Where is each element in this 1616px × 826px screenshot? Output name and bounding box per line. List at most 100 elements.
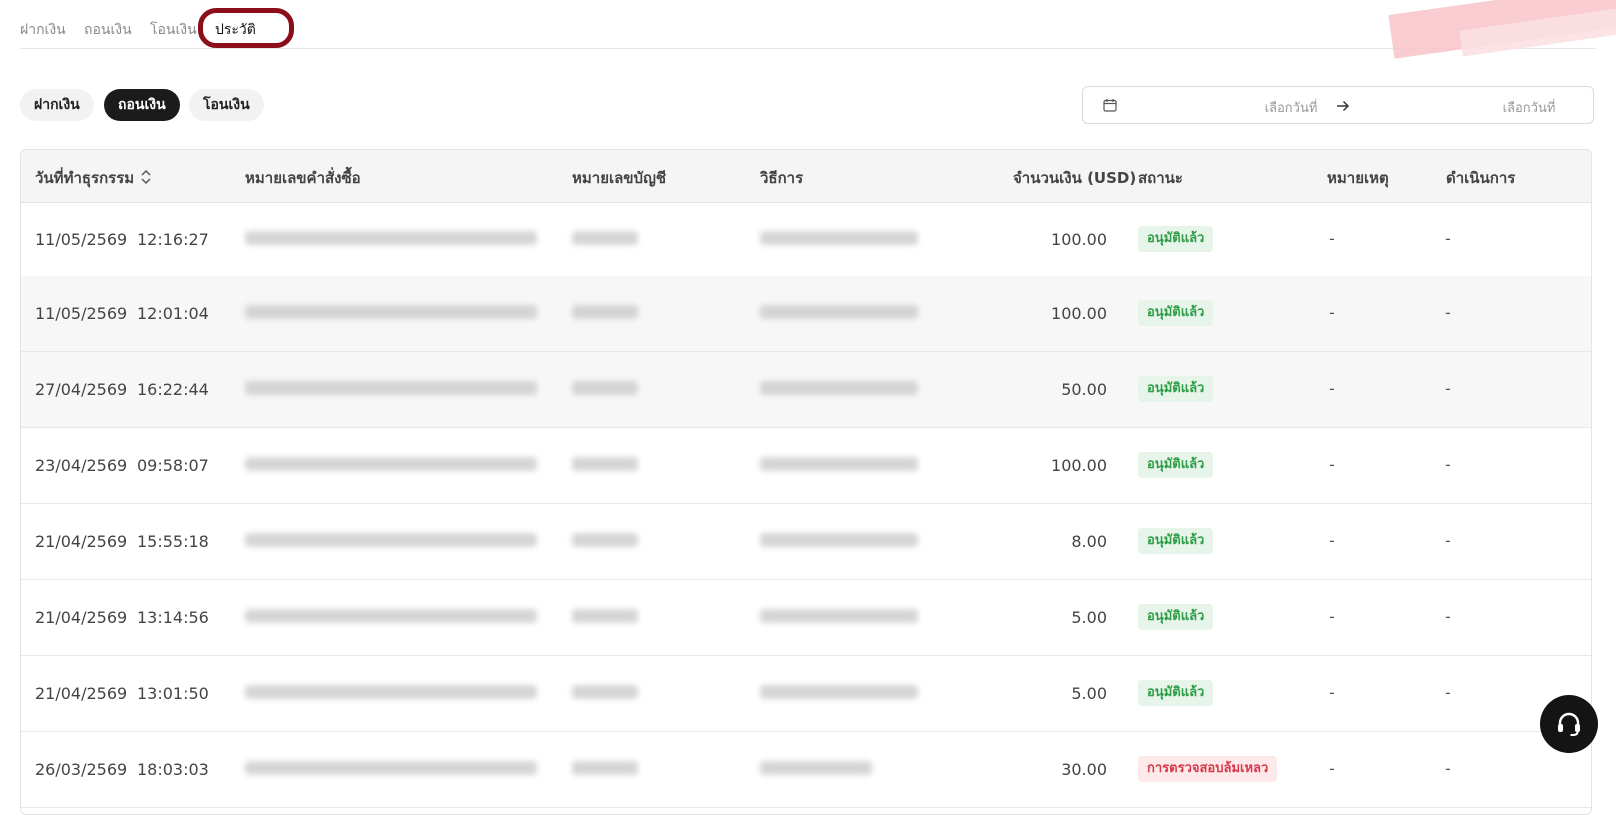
filter-transfer-pill[interactable]: โอนเงิน bbox=[189, 89, 264, 121]
transaction-time: 13:01:50 bbox=[137, 684, 209, 703]
transaction-time: 18:03:03 bbox=[137, 760, 209, 779]
status-badge: การตรวจสอบล้มเหลว bbox=[1138, 756, 1278, 782]
method-redacted bbox=[760, 381, 918, 395]
note-value: - bbox=[1329, 303, 1335, 322]
account-number-redacted bbox=[572, 231, 638, 245]
account-number-redacted bbox=[572, 685, 638, 699]
tab-deposit[interactable]: ฝากเงิน bbox=[20, 19, 66, 41]
action-value: - bbox=[1445, 607, 1451, 626]
table-row: 27/04/2569 16:22:44 50.00 อนุมัติแล้ว - - bbox=[21, 352, 1591, 428]
calendar-icon bbox=[1103, 99, 1117, 112]
note-value: - bbox=[1329, 455, 1335, 474]
table-row: 21/04/2569 13:01:50 5.00 อนุมัติแล้ว - - bbox=[21, 656, 1591, 732]
column-header-method: วิธีการ bbox=[760, 169, 804, 187]
action-value: - bbox=[1445, 683, 1451, 702]
method-redacted bbox=[760, 609, 918, 623]
column-header-action: ดำเนินการ bbox=[1446, 169, 1516, 187]
note-value: - bbox=[1329, 379, 1335, 398]
transaction-time: 16:22:44 bbox=[137, 380, 209, 399]
note-value: - bbox=[1329, 683, 1335, 702]
headset-icon bbox=[1558, 712, 1580, 736]
method-redacted bbox=[760, 231, 918, 245]
transaction-date: 21/04/2569 bbox=[35, 532, 128, 551]
transaction-amount: 30.00 bbox=[1061, 760, 1107, 779]
order-number-redacted bbox=[245, 381, 537, 395]
action-value: - bbox=[1445, 229, 1451, 248]
table-header: วันที่ทำธุรกรรม หมายเลขคำสั่งซื้อ หมายเล… bbox=[21, 150, 1591, 203]
status-badge: อนุมัติแล้ว bbox=[1138, 226, 1214, 252]
note-value: - bbox=[1329, 759, 1335, 778]
method-redacted bbox=[760, 685, 918, 699]
sort-icon[interactable] bbox=[140, 169, 152, 185]
start-date-input[interactable]: เลือกวันที่ bbox=[1191, 97, 1391, 118]
order-number-redacted bbox=[245, 533, 537, 547]
account-number-redacted bbox=[572, 533, 638, 547]
filter-withdraw-pill[interactable]: ถอนเงิน bbox=[104, 89, 180, 121]
account-number-redacted bbox=[572, 381, 638, 395]
action-value: - bbox=[1445, 759, 1451, 778]
status-badge: อนุมัติแล้ว bbox=[1138, 300, 1214, 326]
note-value: - bbox=[1329, 607, 1335, 626]
status-badge: อนุมัติแล้ว bbox=[1138, 452, 1214, 478]
date-range-picker[interactable]: เลือกวันที่ เลือกวันที่ bbox=[1082, 86, 1594, 124]
status-badge: อนุมัติแล้ว bbox=[1138, 680, 1214, 706]
transaction-amount: 100.00 bbox=[1051, 456, 1107, 475]
note-value: - bbox=[1329, 229, 1335, 248]
column-header-note: หมายเหตุ bbox=[1327, 169, 1389, 187]
order-number-redacted bbox=[245, 457, 537, 471]
status-badge: อนุมัติแล้ว bbox=[1138, 376, 1214, 402]
table-row: 21/04/2569 13:14:56 5.00 อนุมัติแล้ว - - bbox=[21, 580, 1591, 656]
action-value: - bbox=[1445, 531, 1451, 550]
transaction-amount: 5.00 bbox=[1071, 684, 1107, 703]
transaction-date: 11/05/2569 bbox=[35, 304, 128, 323]
filter-deposit-pill[interactable]: ฝากเงิน bbox=[20, 89, 94, 121]
support-chat-button[interactable] bbox=[1540, 695, 1598, 753]
transaction-time: 15:55:18 bbox=[137, 532, 209, 551]
account-number-redacted bbox=[572, 609, 638, 623]
transaction-amount: 5.00 bbox=[1071, 608, 1107, 627]
note-value: - bbox=[1329, 531, 1335, 550]
transaction-amount: 100.00 bbox=[1051, 230, 1107, 249]
status-badge: อนุมัติแล้ว bbox=[1138, 528, 1214, 554]
transaction-amount: 50.00 bbox=[1061, 380, 1107, 399]
end-date-input[interactable]: เลือกวันที่ bbox=[1429, 97, 1616, 118]
transaction-date: 21/04/2569 bbox=[35, 608, 128, 627]
history-tab-highlight-ring bbox=[198, 8, 294, 48]
account-number-redacted bbox=[572, 761, 638, 775]
action-value: - bbox=[1445, 379, 1451, 398]
transaction-time: 12:01:04 bbox=[137, 304, 209, 323]
order-number-redacted bbox=[245, 685, 537, 699]
method-redacted bbox=[760, 457, 918, 471]
transaction-date: 26/03/2569 bbox=[35, 760, 128, 779]
table-row: 11/05/2569 12:01:04 100.00 อนุมัติแล้ว - - bbox=[21, 276, 1591, 352]
transactions-table: วันที่ทำธุรกรรม หมายเลขคำสั่งซื้อ หมายเล… bbox=[20, 149, 1592, 815]
transaction-time: 13:14:56 bbox=[137, 608, 209, 627]
column-header-order-number: หมายเลขคำสั่งซื้อ bbox=[245, 169, 361, 187]
transaction-date: 27/04/2569 bbox=[35, 380, 128, 399]
account-number-redacted bbox=[572, 305, 638, 319]
transaction-amount: 8.00 bbox=[1071, 532, 1107, 551]
table-row: 26/03/2569 18:03:03 30.00 การตรวจสอบล้มเหลว… bbox=[21, 732, 1591, 808]
action-value: - bbox=[1445, 455, 1451, 474]
tab-withdraw[interactable]: ถอนเงิน bbox=[84, 19, 132, 41]
transaction-amount: 100.00 bbox=[1051, 304, 1107, 323]
method-redacted bbox=[760, 761, 872, 775]
transaction-time: 12:16:27 bbox=[137, 230, 209, 249]
order-number-redacted bbox=[245, 761, 537, 775]
order-number-redacted bbox=[245, 305, 537, 319]
table-row: 11/05/2569 12:16:27 100.00 อนุมัติแล้ว - - bbox=[21, 202, 1591, 278]
table-row: 21/04/2569 15:55:18 8.00 อนุมัติแล้ว - - bbox=[21, 504, 1591, 580]
status-badge: อนุมัติแล้ว bbox=[1138, 604, 1214, 630]
arrow-right-icon bbox=[1337, 100, 1350, 112]
column-header-date[interactable]: วันที่ทำธุรกรรม bbox=[35, 166, 152, 190]
order-number-redacted bbox=[245, 609, 537, 623]
column-header-amount: จำนวนเงิน (USD) bbox=[1013, 169, 1137, 187]
tab-transfer[interactable]: โอนเงิน bbox=[150, 19, 197, 41]
table-row: 23/04/2569 09:58:07 100.00 อนุมัติแล้ว - - bbox=[21, 428, 1591, 504]
transaction-date: 23/04/2569 bbox=[35, 456, 128, 475]
column-header-status: สถานะ bbox=[1138, 169, 1183, 187]
method-redacted bbox=[760, 305, 918, 319]
transaction-date: 11/05/2569 bbox=[35, 230, 128, 249]
transaction-time: 09:58:07 bbox=[137, 456, 209, 475]
order-number-redacted bbox=[245, 231, 537, 245]
